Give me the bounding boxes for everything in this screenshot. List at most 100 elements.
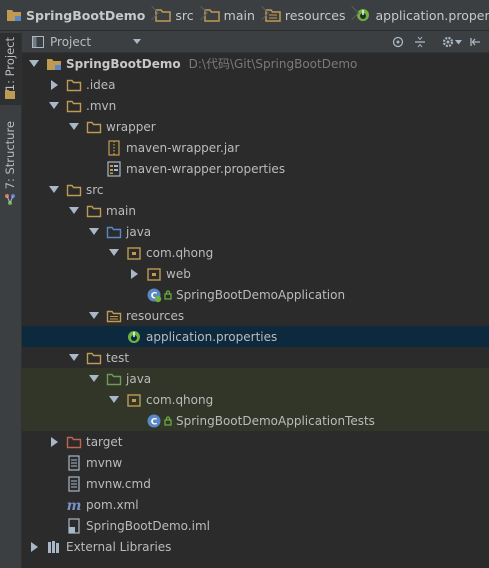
maven-icon: m [67,498,82,513]
tree-label: mvnw.cmd [86,476,151,491]
excluded-folder-icon [66,436,82,448]
folder-icon [66,184,82,196]
crosshair-icon [392,36,404,48]
project-tree: SpringBootDemo D:\代码\Git\SpringBootDemo … [22,53,489,568]
tree-row-wrapper[interactable]: wrapper [22,116,489,137]
text-file-icon [68,454,80,471]
collapse-arrow[interactable] [66,203,82,219]
tree-row-test-java[interactable]: java [22,368,489,389]
tree-row-maven-wrapper-jar[interactable]: maven-wrapper.jar [22,137,489,158]
breadcrumb-item-main[interactable]: main [198,0,259,30]
gear-icon [442,36,454,48]
tree-row-springbootdemoapplication[interactable]: C SpringBootDemoApplication [22,284,489,305]
folder-icon [86,121,102,133]
test-class-icon: C [147,414,161,427]
tree-row-target[interactable]: target [22,431,489,452]
resources-folder-icon [265,9,281,22]
tree-label: SpringBootDemoApplicationTests [176,413,375,428]
tree-row-pom-xml[interactable]: m pom.xml [22,494,489,515]
scroll-from-source-button[interactable] [390,34,406,50]
structure-tool-tab[interactable]: 7: Structure [0,117,21,209]
tree-label: SpringBootDemo [66,56,181,71]
svg-text:C: C [151,417,158,427]
text-file-icon [68,475,80,492]
breadcrumb-label: src [175,7,194,23]
folder-icon [66,100,82,112]
breadcrumb-item-project[interactable]: SpringBootDemo [0,0,149,30]
tree-label: mvnw [86,455,123,470]
jar-icon [108,139,120,156]
collapse-arrow[interactable] [46,182,62,198]
project-tool-tab[interactable]: 1: Project [0,33,21,105]
tree-label: web [166,266,191,281]
collapse-arrow[interactable] [66,350,82,366]
tree-label: maven-wrapper.jar [126,140,240,155]
collapse-all-button[interactable] [412,34,428,50]
collapse-arrow[interactable] [86,308,102,324]
tree-row-main-java[interactable]: java [22,221,489,242]
tree-label: External Libraries [66,539,172,554]
folder-icon [155,9,172,22]
tree-row-package-com-qhong[interactable]: com.qhong [22,242,489,263]
tree-label: com.qhong [146,392,214,407]
tree-row-springbootdemo[interactable]: SpringBootDemo D:\代码\Git\SpringBootDemo [22,53,489,74]
breadcrumb-label: application.properties [375,7,489,23]
folder-icon [66,79,82,91]
tree-row-springbootdemoapplicationtests[interactable]: C SpringBootDemoApplicationTests [22,410,489,431]
tree-label: target [86,434,123,449]
tree-row-test[interactable]: test [22,347,489,368]
breadcrumb-item-resources[interactable]: resources [259,0,350,30]
collapse-icon [415,36,425,48]
tree-label: com.qhong [146,245,214,260]
tree-row-mvnw-cmd[interactable]: mvnw.cmd [22,473,489,494]
spring-boot-class-icon: C [147,288,162,302]
collapse-arrow[interactable] [26,56,42,72]
tree-label: test [106,350,130,365]
tree-label: .idea [86,77,116,92]
breadcrumb-label: main [223,7,255,23]
tree-label: java [126,371,152,386]
collapse-arrow[interactable] [106,392,122,408]
tree-row-mvn[interactable]: .mvn [22,95,489,116]
tree-row-idea[interactable]: .idea [22,74,489,95]
tree-row-test-package-com-qhong[interactable]: com.qhong [22,389,489,410]
spring-properties-icon [357,9,370,21]
package-icon [147,267,161,281]
tree-row-application-properties[interactable]: application.properties [22,326,489,347]
hide-panel-button[interactable] [468,34,484,50]
collapse-arrow[interactable] [86,224,102,240]
tree-row-main[interactable]: main [22,200,489,221]
source-folder-icon [106,226,122,238]
tree-label: main [106,203,136,218]
tree-label: wrapper [106,119,156,134]
collapse-arrow[interactable] [86,371,102,387]
test-source-folder-icon [106,373,122,385]
iml-file-icon [68,517,80,534]
expand-arrow[interactable] [126,266,142,282]
settings-dropdown[interactable] [454,34,462,50]
collapse-arrow[interactable] [66,119,82,135]
hide-icon [470,38,480,46]
tree-label: java [126,224,152,239]
module-folder-icon [47,58,61,70]
tree-row-iml-file[interactable]: SpringBootDemo.iml [22,515,489,536]
expand-arrow[interactable] [26,539,42,555]
lock-icon [164,289,172,300]
view-selector-dropdown[interactable] [133,39,142,44]
expand-arrow[interactable] [46,434,62,450]
tree-row-maven-wrapper-properties[interactable]: maven-wrapper.properties [22,158,489,179]
collapse-arrow[interactable] [106,245,122,261]
collapse-arrow[interactable] [46,98,62,114]
tree-row-package-web[interactable]: web [22,263,489,284]
lock-icon [164,415,172,426]
breadcrumb-label: resources [284,7,346,23]
tree-row-external-libraries[interactable]: External Libraries [22,536,489,557]
tree-row-mvnw[interactable]: mvnw [22,452,489,473]
tree-row-resources[interactable]: resources [22,305,489,326]
spring-properties-icon [128,330,140,343]
panel-title: Project [50,34,92,49]
tree-label: maven-wrapper.properties [126,161,286,176]
expand-arrow[interactable] [46,77,62,93]
breadcrumb-item-file[interactable]: application.properties [349,0,489,30]
tree-row-src[interactable]: src [22,179,489,200]
